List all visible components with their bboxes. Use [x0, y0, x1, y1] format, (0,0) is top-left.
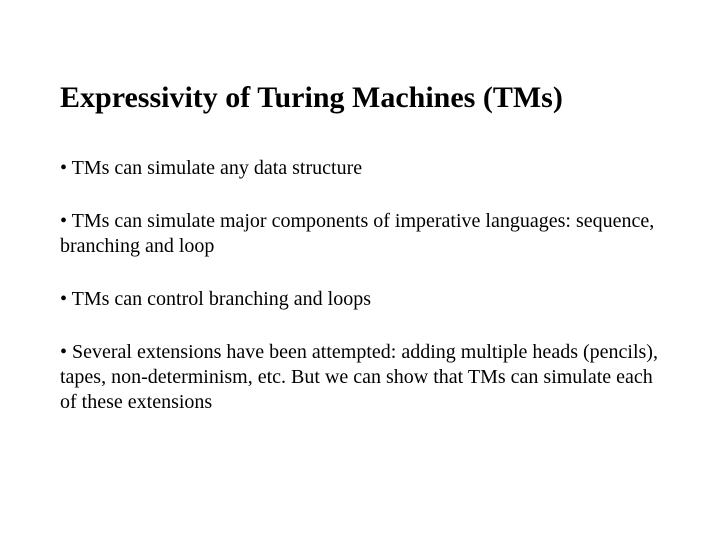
bullet-text: TMs can simulate major components of imp…: [60, 210, 654, 257]
slide: Expressivity of Turing Machines (TMs) • …: [0, 0, 720, 540]
slide-title: Expressivity of Turing Machines (TMs): [60, 80, 660, 116]
bullet-text: Several extensions have been attempted: …: [60, 341, 658, 413]
list-item: • TMs can simulate major components of i…: [60, 209, 660, 259]
bullet-list: • TMs can simulate any data structure • …: [60, 156, 660, 415]
list-item: • TMs can control branching and loops: [60, 287, 660, 312]
list-item: • TMs can simulate any data structure: [60, 156, 660, 181]
list-item: • Several extensions have been attempted…: [60, 340, 660, 415]
bullet-text: TMs can control branching and loops: [72, 288, 371, 310]
bullet-text: TMs can simulate any data structure: [72, 157, 362, 179]
